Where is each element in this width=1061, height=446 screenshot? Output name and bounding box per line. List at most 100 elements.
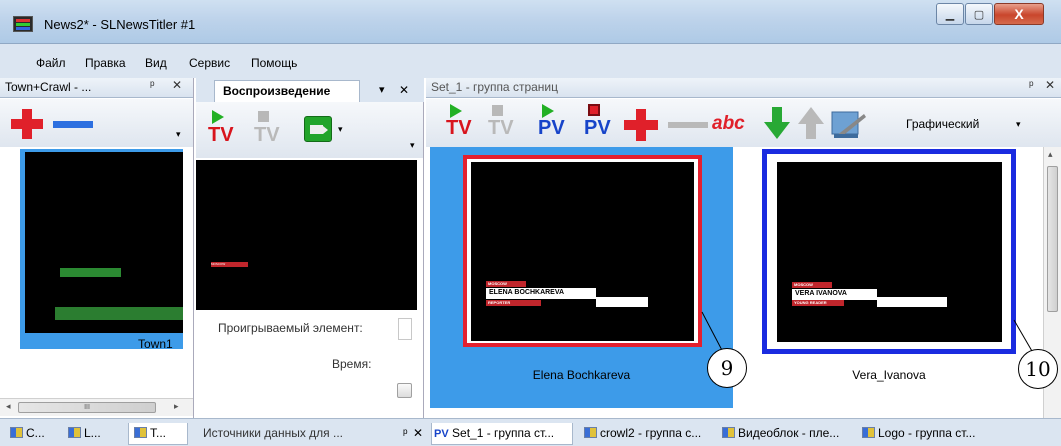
playback-toolbar: TV TV ▾ ▾ [196, 102, 423, 158]
lt-extension [877, 297, 947, 307]
view-mode-value: Графический [906, 117, 980, 131]
maximize-button[interactable]: ▢ [965, 3, 993, 25]
stop-icon [492, 105, 503, 116]
page-group-header: Set_1 - группа страниц [426, 78, 1061, 98]
tab-doc-l[interactable]: L... [68, 423, 120, 445]
page-name: Elena Bochkareva [532, 368, 631, 382]
scroll-left-icon[interactable]: ◂ [6, 401, 11, 412]
tv-label: TV [254, 124, 280, 146]
time-button[interactable] [397, 383, 412, 398]
left-panel-header: Town+Crawl - ... [0, 78, 193, 98]
page-name: Vera_Ivanova [852, 368, 926, 382]
page-preview: MOSCOW VERA IVANOVA YOUNG READER [777, 162, 1002, 342]
pin-icon[interactable]: ᵖ [403, 423, 408, 445]
close-icon[interactable]: ✕ [172, 78, 182, 92]
tab-data-sources[interactable]: Источники данных для ... [203, 423, 393, 445]
overflow-icon[interactable]: ▾ [176, 129, 181, 140]
tab-logo[interactable]: Logo - группа ст... [862, 423, 1058, 445]
callout-number: 9 [707, 348, 747, 388]
add-icon[interactable] [11, 109, 43, 139]
pin-icon[interactable]: ᵖ [150, 78, 155, 92]
stop-pv-button[interactable]: PV [584, 102, 614, 144]
move-up-icon[interactable] [798, 107, 824, 141]
close-icon[interactable]: ✕ [399, 83, 409, 97]
time-label: Время: [332, 357, 372, 371]
tab-doc-c[interactable]: C... [10, 423, 60, 445]
lt-extension [596, 297, 648, 307]
page-group-icon [134, 427, 147, 438]
tab-crowl2[interactable]: crowl2 - группа с... [584, 423, 712, 445]
play-tv-button[interactable]: TV [446, 102, 476, 144]
add-remove-icons [11, 109, 93, 139]
minimize-button[interactable]: ▁ [936, 3, 964, 25]
lt-name-bar: VERA IVANOVA [792, 289, 877, 300]
menu-help[interactable]: Помощь [251, 56, 297, 70]
stop-tv-button[interactable]: TV [488, 102, 518, 144]
menu-file[interactable]: Файл [36, 56, 66, 70]
lt-name-bar: ELENA BOCHKAREVA [486, 288, 596, 299]
remove-page-icon[interactable] [668, 122, 708, 128]
page-group-toolbar: TV TV PV PV abc Графический ▾ [426, 99, 1061, 147]
play-tv-button[interactable]: TV [206, 108, 246, 152]
add-page-icon[interactable] [624, 109, 658, 141]
playing-element-label: Проигрываемый элемент: [218, 321, 363, 335]
callout-number: 10 [1018, 349, 1058, 389]
editor-icon[interactable] [830, 108, 866, 140]
play-icon [542, 104, 554, 118]
app-logo-icon [13, 16, 33, 32]
camera-icon[interactable] [304, 116, 332, 142]
abc-button[interactable]: abc [712, 113, 745, 135]
menu-service[interactable]: Сервис [189, 56, 230, 70]
menu-edit[interactable]: Правка [85, 56, 126, 70]
tv-label: TV [446, 117, 472, 139]
lt-top-bar: MOSCOW [486, 281, 526, 287]
play-icon [450, 104, 462, 118]
preview-tag: MOSCOW [211, 262, 248, 267]
page-group-icon [722, 427, 735, 438]
town-preview [25, 152, 183, 333]
tab-video-block[interactable]: Видеоблок - пле... [722, 423, 850, 445]
vscroll-thumb[interactable] [1047, 166, 1058, 312]
lt-sub-bar: YOUNG READER [792, 300, 844, 306]
menu-arrow-icon[interactable]: ▾ [379, 83, 385, 96]
left-toolbar: ▾ [0, 99, 193, 147]
remove-icon[interactable] [53, 121, 93, 128]
tab-playback[interactable]: Воспроизведение [214, 80, 360, 102]
view-mode-select[interactable]: Графический ▾ [900, 114, 1032, 136]
playback-preview [196, 160, 417, 310]
playing-element-field[interactable] [398, 318, 412, 340]
overflow-icon[interactable]: ▾ [410, 140, 415, 151]
crawl-bar [55, 307, 183, 320]
lt-top-bar: MOSCOW [792, 282, 832, 288]
tab-doc-t[interactable]: T... [128, 423, 188, 445]
dropdown-arrow-icon[interactable]: ▾ [338, 124, 343, 135]
pin-icon[interactable]: ᵖ [1029, 78, 1034, 92]
tab-set1[interactable]: PV Set_1 - группа ст... [431, 423, 573, 445]
left-hscroll[interactable]: ◂ III ▸ [0, 398, 193, 416]
pv-icon: PV [434, 428, 449, 440]
close-icon[interactable]: ✕ [413, 423, 423, 445]
bottom-tab-bar: C... L... T... Источники данных для ... … [0, 418, 1061, 446]
page-group-title: Set_1 - группа страниц [431, 80, 558, 94]
scroll-right-icon[interactable]: ▸ [174, 401, 179, 412]
scroll-up-icon[interactable]: ▴ [1048, 149, 1053, 160]
play-pv-button[interactable]: PV [538, 102, 568, 144]
tv-label: TV [208, 124, 234, 146]
close-button[interactable]: X [994, 3, 1044, 25]
move-down-icon[interactable] [764, 107, 790, 141]
page-group-icon [68, 427, 81, 438]
page-group-icon [10, 427, 23, 438]
hscroll-thumb[interactable]: III [18, 402, 156, 413]
chevron-down-icon: ▾ [1016, 119, 1021, 129]
stop-icon [258, 111, 269, 122]
town-label: Town1 [138, 337, 173, 351]
pv-label: PV [538, 117, 565, 139]
stop-icon [588, 104, 600, 116]
window-title: News2* - SLNewsTitler #1 [44, 17, 196, 32]
page-preview: MOSCOW ELENA BOCHKAREVA REPORTER [471, 162, 694, 341]
close-icon[interactable]: ✕ [1045, 78, 1055, 92]
left-panel-title: Town+Crawl - ... [5, 80, 92, 94]
crawl-bar [60, 268, 121, 277]
menu-view[interactable]: Вид [145, 56, 167, 70]
stop-tv-button[interactable]: TV [252, 108, 292, 152]
